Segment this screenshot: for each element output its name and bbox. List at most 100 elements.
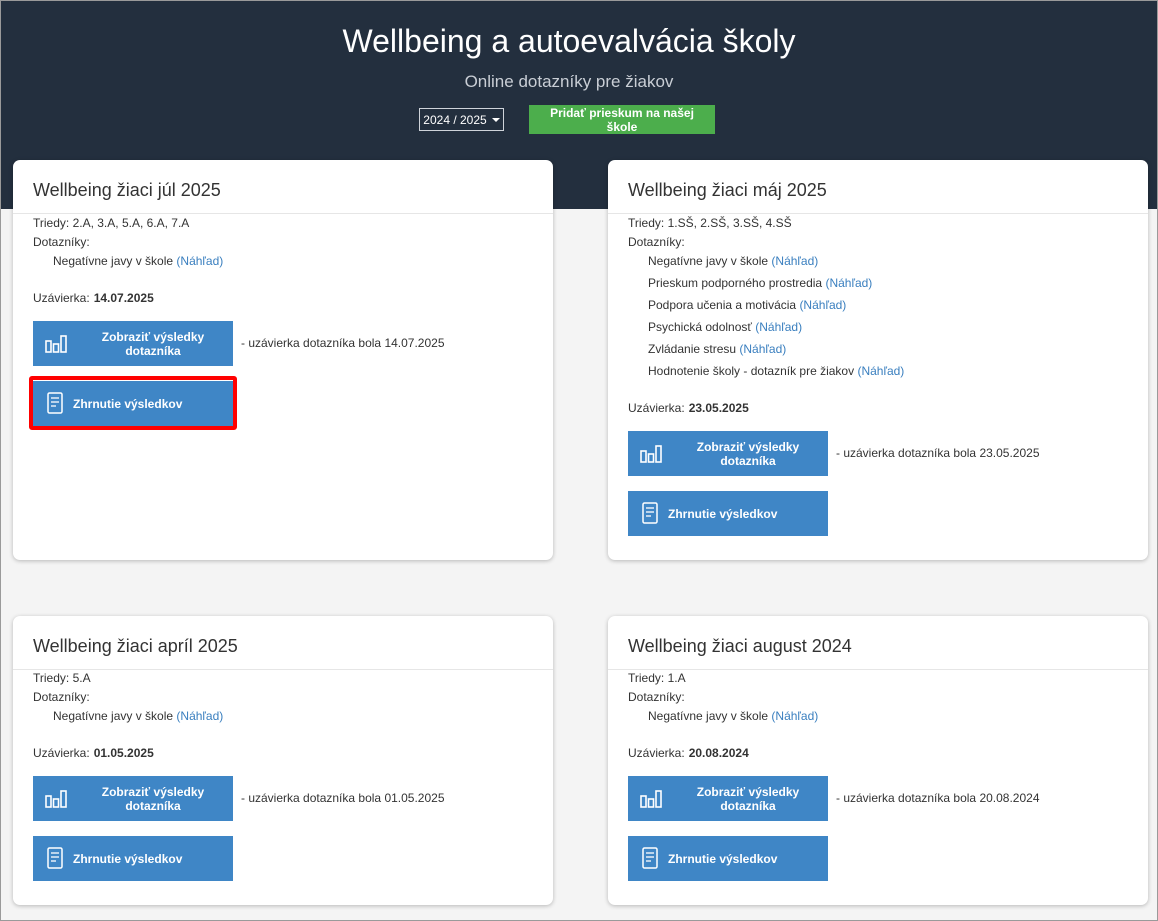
questionnaire-item: Negatívne javy v škole (Náhľad) [648,709,818,723]
preview-link[interactable]: (Náhľad) [771,709,818,723]
survey-card: Wellbeing žiaci august 2024 Triedy: 1.A … [608,616,1148,905]
classes-line: Triedy: 1.A [628,671,686,685]
questionnaire-name: Negatívne javy v škole [648,709,769,723]
classes-line: Triedy: 5.A [33,671,91,685]
closing-note-prefix: - uzávierka dotazníka bola [241,791,382,805]
summary-label: Zhrnutie výsledkov [668,506,778,521]
closing-label: Uzávierka: [628,401,685,415]
summary-button[interactable]: Zhrnutie výsledkov [628,836,828,881]
preview-link[interactable]: (Náhľad) [755,320,802,334]
closing-note: - uzávierka dotazníka bola 14.07.2025 [241,336,445,350]
questionnaire-item: Podpora učenia a motivácia (Náhľad) [648,298,846,312]
show-results-line1: Zobraziť výsledky [101,329,205,344]
preview-link[interactable]: (Náhľad) [799,298,846,312]
closing-note-prefix: - uzávierka dotazníka bola [836,791,977,805]
closing-line: Uzávierka: 23.05.2025 [628,401,749,415]
summary-button[interactable]: Zhrnutie výsledkov [628,491,828,536]
survey-card: Wellbeing žiaci máj 2025 Triedy: 1.SŠ, 2… [608,160,1148,560]
preview-link[interactable]: (Náhľad) [857,364,904,378]
classes-line: Triedy: 2.A, 3.A, 5.A, 6.A, 7.A [33,216,189,230]
survey-card: Wellbeing žiaci apríl 2025 Triedy: 5.A D… [13,616,553,905]
document-icon [47,847,63,869]
page-subtitle: Online dotazníky pre žiakov [464,72,674,91]
classes-label: Triedy: [33,216,70,230]
questionnaire-name: Podpora učenia a motivácia [648,298,797,312]
summary-label: Zhrnutie výsledkov [668,851,778,866]
classes-value: 2.A, 3.A, 5.A, 6.A, 7.A [72,216,190,230]
questionnaires-label: Dotazníky: [33,235,90,249]
closing-note-date: 14.07.2025 [384,336,445,350]
questionnaire-name: Negatívne javy v škole [648,254,769,268]
closing-note-prefix: - uzávierka dotazníka bola [836,446,977,460]
preview-link[interactable]: (Náhľad) [771,254,818,268]
bar-chart-icon [640,445,662,463]
questionnaire-item: Zvládanie stresu (Náhľad) [648,342,786,356]
show-results-button[interactable]: Zobraziť výsledky dotazníka [628,431,828,476]
questionnaire-item: Prieskum podporného prostredia (Náhľad) [648,276,872,290]
show-results-label: Zobraziť výsledky dotazníka [79,776,227,821]
summary-label: Zhrnutie výsledkov [73,396,183,411]
closing-date: 14.07.2025 [93,291,154,305]
show-results-label: Zobraziť výsledky dotazníka [79,321,227,366]
page-title: Wellbeing a autoevalvácia školy [342,23,796,59]
caret-down-icon [491,117,500,122]
questionnaires-label: Dotazníky: [628,235,685,249]
closing-note-date: 01.05.2025 [384,791,445,805]
card-divider [13,669,553,670]
preview-link[interactable]: (Náhľad) [176,709,223,723]
show-results-line2: dotazníka [720,798,776,813]
questionnaire-name: Negatívne javy v škole [53,709,174,723]
questionnaire-item: Hodnotenie školy - dotazník pre žiakov (… [648,364,904,378]
classes-value: 1.A [667,671,686,685]
survey-title: Wellbeing žiaci máj 2025 [628,180,827,200]
closing-note-date: 23.05.2025 [979,446,1040,460]
closing-note: - uzávierka dotazníka bola 20.08.2024 [836,791,1040,805]
show-results-line1: Zobraziť výsledky [696,784,800,799]
show-results-button[interactable]: Zobraziť výsledky dotazníka [628,776,828,821]
document-icon [47,392,63,414]
show-results-line2: dotazníka [720,453,776,468]
show-results-line2: dotazníka [125,798,181,813]
card-divider [13,213,553,214]
preview-link[interactable]: (Náhľad) [176,254,223,268]
show-results-line1: Zobraziť výsledky [101,784,205,799]
questionnaire-name: Hodnotenie školy - dotazník pre žiakov [648,364,855,378]
document-icon [642,502,658,524]
questionnaires-label: Dotazníky: [628,690,685,704]
summary-button[interactable]: Zhrnutie výsledkov [33,836,233,881]
questionnaire-item: Negatívne javy v škole (Náhľad) [648,254,818,268]
show-results-line2: dotazníka [125,343,181,358]
school-year-select[interactable]: 2024 / 2025 [419,108,504,131]
closing-date: 20.08.2024 [688,746,749,760]
classes-label: Triedy: [628,671,665,685]
preview-link[interactable]: (Náhľad) [739,342,786,356]
survey-title: Wellbeing žiaci august 2024 [628,636,852,656]
questionnaire-name: Psychická odolnosť [648,320,752,334]
questionnaire-item: Psychická odolnosť (Náhľad) [648,320,802,334]
bar-chart-icon [640,790,662,808]
document-icon [642,847,658,869]
survey-title: Wellbeing žiaci júl 2025 [33,180,221,200]
classes-value: 1.SŠ, 2.SŠ, 3.SŠ, 4.SŠ [667,216,792,230]
bar-chart-icon [45,335,67,353]
closing-line: Uzávierka: 01.05.2025 [33,746,154,760]
bar-chart-icon [45,790,67,808]
closing-note-date: 20.08.2024 [979,791,1040,805]
questionnaire-item: Negatívne javy v škole (Náhľad) [53,709,223,723]
closing-line: Uzávierka: 20.08.2024 [628,746,749,760]
closing-date: 01.05.2025 [93,746,154,760]
add-survey-button[interactable]: Pridať prieskum na našej škole [529,105,715,134]
closing-note-prefix: - uzávierka dotazníka bola [241,336,382,350]
questionnaire-name: Zvládanie stresu [648,342,737,356]
preview-link[interactable]: (Náhľad) [825,276,872,290]
closing-note: - uzávierka dotazníka bola 01.05.2025 [241,791,445,805]
card-divider [608,669,1148,670]
classes-line: Triedy: 1.SŠ, 2.SŠ, 3.SŠ, 4.SŠ [628,216,792,230]
closing-date: 23.05.2025 [688,401,749,415]
summary-button[interactable]: Zhrnutie výsledkov [33,381,233,426]
closing-label: Uzávierka: [628,746,685,760]
show-results-button[interactable]: Zobraziť výsledky dotazníka [33,776,233,821]
school-year-value: 2024 / 2025 [423,112,487,127]
show-results-button[interactable]: Zobraziť výsledky dotazníka [33,321,233,366]
show-results-label: Zobraziť výsledky dotazníka [674,431,822,476]
